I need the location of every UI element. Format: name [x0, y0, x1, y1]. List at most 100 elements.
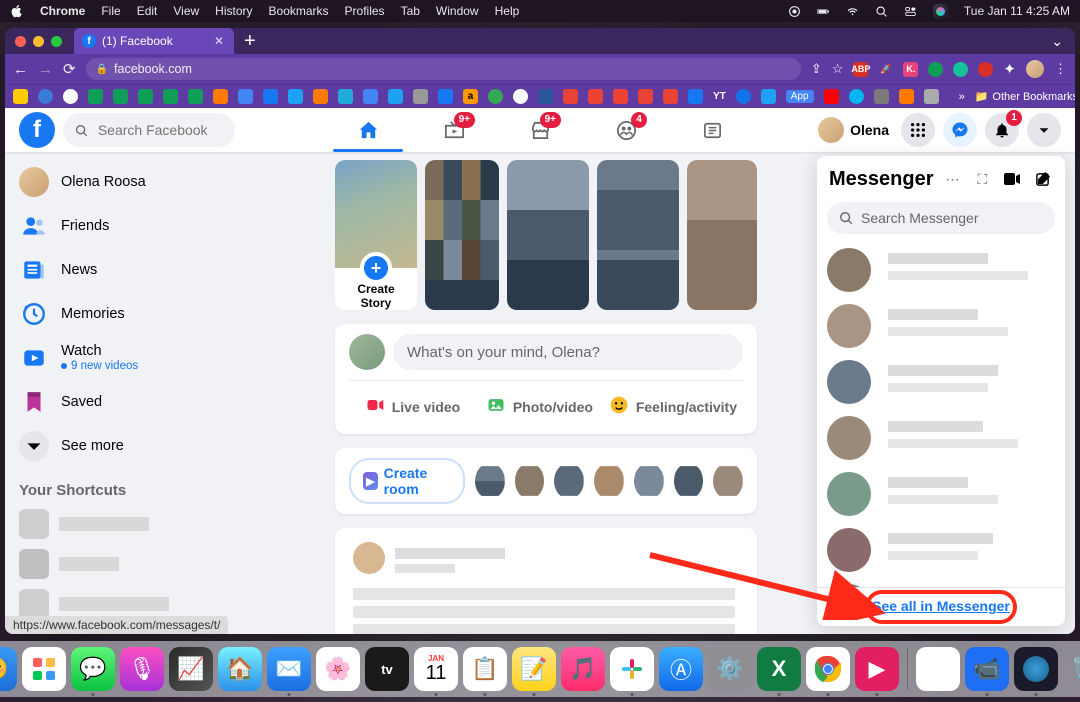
profile-chip[interactable]: Olena: [816, 115, 893, 145]
bookmark-item[interactable]: [213, 89, 228, 104]
dock-mail[interactable]: ✉️: [267, 647, 311, 691]
menu-bookmarks[interactable]: Bookmarks: [269, 4, 329, 18]
room-avatar[interactable]: [674, 463, 704, 499]
bookmark-item[interactable]: [63, 89, 78, 104]
ext-teal-icon[interactable]: [953, 62, 968, 77]
battery-icon[interactable]: [817, 4, 830, 18]
messenger-options-button[interactable]: ⋯: [942, 166, 964, 192]
dock-launchpad[interactable]: [22, 647, 66, 691]
create-story-card[interactable]: + Create Story: [335, 160, 417, 310]
bookmark-item[interactable]: YT: [713, 91, 726, 102]
composer-feeling-button[interactable]: Feeling/activity: [603, 389, 743, 424]
room-avatar[interactable]: [515, 463, 545, 499]
tabs-dropdown-button[interactable]: ⌄: [1039, 33, 1075, 50]
dock-stocks[interactable]: 📈: [169, 647, 213, 691]
create-room-button[interactable]: ▶ Create room: [349, 458, 465, 504]
bookmark-item[interactable]: [138, 89, 153, 104]
menu-file[interactable]: File: [101, 4, 120, 18]
menu-window[interactable]: Window: [436, 4, 479, 18]
composer-live-button[interactable]: Live video: [349, 389, 476, 424]
nav-groups-tab[interactable]: 4: [587, 108, 665, 152]
nav-forward-button[interactable]: →: [38, 61, 53, 78]
siri-icon[interactable]: [933, 4, 948, 19]
dock-calendar[interactable]: JAN 11: [414, 647, 458, 691]
window-close-button[interactable]: [15, 36, 26, 47]
sidebar-profile[interactable]: Olena Roosa: [11, 160, 311, 204]
composer-input[interactable]: What's on your mind, Olena?: [393, 334, 743, 370]
chrome-menu-icon[interactable]: ⋮: [1054, 61, 1067, 77]
bookmark-item[interactable]: [438, 89, 453, 104]
extensions-icon[interactable]: ✦: [1003, 60, 1016, 78]
bookmark-item[interactable]: [736, 89, 751, 104]
nav-watch-tab[interactable]: 9+: [415, 108, 493, 152]
bookmark-item[interactable]: [849, 89, 864, 104]
search-field[interactable]: [96, 121, 223, 139]
menu-help[interactable]: Help: [495, 4, 520, 18]
menu-app[interactable]: Chrome: [40, 4, 85, 18]
bookmark-item[interactable]: [88, 89, 103, 104]
bookmark-item[interactable]: [613, 89, 628, 104]
bookmark-item[interactable]: [363, 89, 378, 104]
account-dropdown-button[interactable]: [1027, 113, 1061, 147]
browser-tab[interactable]: f (1) Facebook ✕: [74, 28, 234, 54]
tab-close-button[interactable]: ✕: [214, 34, 224, 48]
messenger-video-button[interactable]: [1001, 166, 1023, 192]
notifications-button[interactable]: 1: [985, 113, 1019, 147]
dock-reminders[interactable]: 📋: [463, 647, 507, 691]
conversation-row[interactable]: [817, 410, 1065, 466]
composer-avatar[interactable]: [349, 334, 385, 370]
menu-view[interactable]: View: [173, 4, 199, 18]
nav-marketplace-tab[interactable]: 9+: [501, 108, 579, 152]
sidebar-news[interactable]: News: [11, 248, 311, 292]
new-tab-button[interactable]: +: [234, 30, 266, 53]
bookmark-item[interactable]: [313, 89, 328, 104]
dock-notes[interactable]: 📝: [512, 647, 556, 691]
ext-red-icon[interactable]: [978, 62, 993, 77]
menu-history[interactable]: History: [215, 4, 252, 18]
screenrec-icon[interactable]: [788, 4, 801, 18]
facebook-logo-icon[interactable]: f: [19, 112, 55, 148]
ext-k-icon[interactable]: K.: [903, 62, 918, 77]
conversation-row[interactable]: [817, 522, 1065, 578]
bookmark-item[interactable]: [263, 89, 278, 104]
conversation-row[interactable]: [817, 578, 1065, 587]
conversation-row[interactable]: [817, 466, 1065, 522]
menu-tab[interactable]: Tab: [401, 4, 420, 18]
bookmark-item[interactable]: [563, 89, 578, 104]
window-zoom-button[interactable]: [51, 36, 62, 47]
bookmark-item[interactable]: [663, 89, 678, 104]
bookmark-item[interactable]: [238, 89, 253, 104]
messenger-search[interactable]: Search Messenger: [827, 202, 1055, 234]
nav-reload-button[interactable]: ⟳: [63, 60, 76, 78]
bookmark-item[interactable]: [688, 89, 703, 104]
bookmark-item[interactable]: [588, 89, 603, 104]
room-avatar[interactable]: [475, 463, 505, 499]
room-avatar[interactable]: [713, 463, 743, 499]
story-card[interactable]: [425, 160, 499, 310]
bookmark-item[interactable]: [924, 89, 939, 104]
ext-abp-icon[interactable]: ABP: [853, 62, 868, 77]
ext-green-icon[interactable]: [928, 62, 943, 77]
bookmark-item[interactable]: [288, 89, 303, 104]
bookmark-star-icon[interactable]: ☆: [832, 61, 844, 77]
bookmark-item[interactable]: [38, 89, 53, 104]
sidebar-see-more[interactable]: See more: [11, 424, 311, 468]
sidebar-watch[interactable]: Watch 9 new videos: [11, 336, 311, 380]
bookmark-item[interactable]: [163, 89, 178, 104]
wifi-icon[interactable]: [846, 4, 859, 18]
conversation-row[interactable]: [817, 298, 1065, 354]
sidebar-saved[interactable]: Saved: [11, 380, 311, 424]
nav-news-tab[interactable]: [673, 108, 751, 152]
apple-logo-icon[interactable]: [10, 4, 24, 19]
conversation-row[interactable]: [817, 354, 1065, 410]
dock-finder[interactable]: 😊: [0, 647, 17, 691]
spotlight-icon[interactable]: [875, 4, 888, 18]
dock-trash[interactable]: 🗑️: [1063, 647, 1080, 691]
room-avatar[interactable]: [594, 463, 624, 499]
bookmark-item[interactable]: [874, 89, 889, 104]
bookmark-item[interactable]: [413, 89, 428, 104]
sidebar-friends[interactable]: Friends: [11, 204, 311, 248]
bookmark-item[interactable]: [113, 89, 128, 104]
sidebar-memories[interactable]: Memories: [11, 292, 311, 336]
menu-edit[interactable]: Edit: [137, 4, 158, 18]
